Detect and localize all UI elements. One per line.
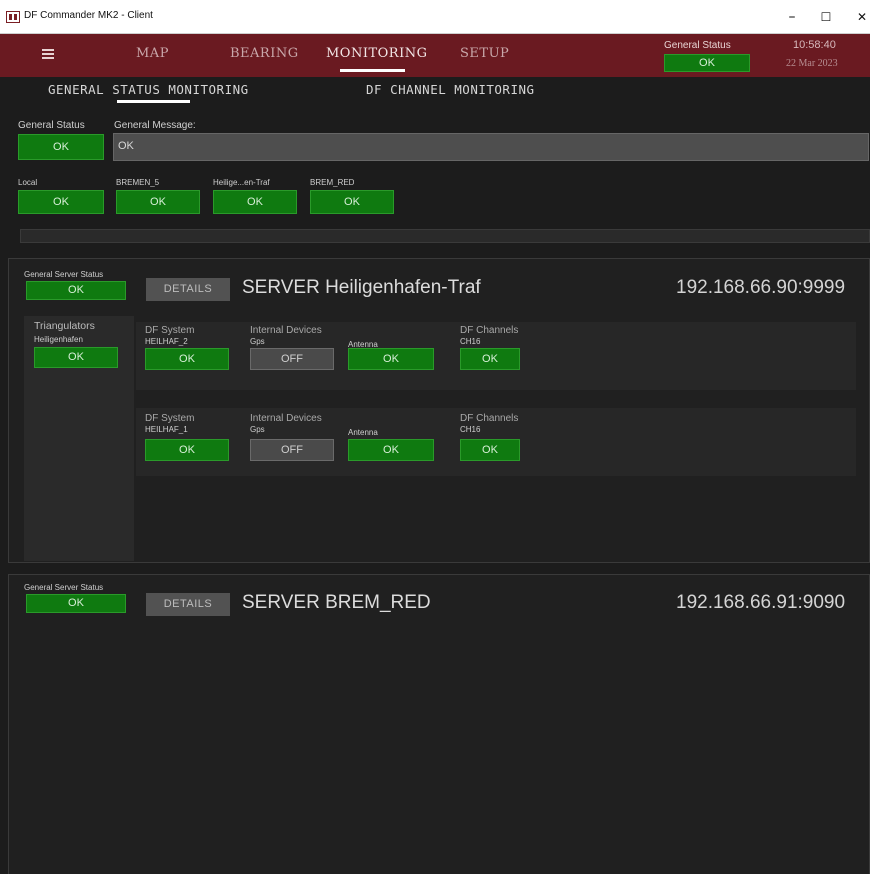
- general-message-field: OK: [113, 133, 869, 161]
- server-details-button[interactable]: DETAILS: [146, 593, 230, 616]
- station-label-heiligenhafen: Heilige...en-Traf: [213, 178, 270, 187]
- app-icon: [6, 11, 20, 23]
- internal-devices-label: Internal Devices: [250, 413, 322, 424]
- server-status-badge: OK: [26, 594, 126, 613]
- df-system-name: HEILHAF_1: [145, 425, 188, 434]
- internal-devices-label: Internal Devices: [250, 325, 322, 336]
- df-channel-status: OK: [460, 348, 520, 370]
- nav-setup[interactable]: SETUP: [460, 46, 509, 61]
- station-status-local: OK: [18, 190, 104, 214]
- server-status-label: General Server Status: [24, 583, 104, 592]
- station-status-brem-red: OK: [310, 190, 394, 214]
- server-status-badge: OK: [26, 281, 126, 300]
- df-system-status: OK: [145, 439, 229, 461]
- antenna-label: Antenna: [348, 428, 378, 437]
- nav-monitoring[interactable]: MONITORING: [326, 46, 428, 61]
- df-system-label: DF System: [145, 325, 195, 336]
- maximize-button[interactable]: ☐: [806, 4, 846, 30]
- df-channels-label: DF Channels: [460, 325, 519, 336]
- tab-df-channel-monitoring[interactable]: DF CHANNEL MONITORING: [366, 82, 535, 97]
- df-channels-label: DF Channels: [460, 413, 519, 424]
- station-label-brem-red: BREM_RED: [310, 178, 355, 187]
- general-status-badge: OK: [18, 134, 104, 160]
- server-address: 192.168.66.90:9999: [676, 277, 846, 298]
- antenna-status: OK: [348, 348, 434, 370]
- hamburger-menu-icon[interactable]: [42, 49, 54, 59]
- window-title: DF Commander MK2 - Client: [24, 10, 153, 21]
- station-label-local: Local: [18, 178, 38, 187]
- df-channel-name: CH16: [460, 337, 481, 346]
- gps-status: OFF: [250, 348, 334, 370]
- close-button[interactable]: ✕: [842, 4, 870, 30]
- server-status-label: General Server Status: [24, 270, 104, 279]
- nav-bearing[interactable]: BEARING: [230, 46, 299, 61]
- general-message-label: General Message:: [114, 120, 196, 131]
- station-label-bremen5: BREMEN_5: [116, 178, 160, 187]
- server-panel: [8, 574, 870, 874]
- clock-date: 22 Mar 2023: [786, 58, 838, 69]
- nav-general-status-label: General Status: [664, 40, 731, 51]
- triangulator-name: Heiligenhafen: [34, 335, 83, 344]
- station-status-bremen5: OK: [116, 190, 200, 214]
- triangulator-status: OK: [34, 347, 118, 368]
- gps-label: Gps: [250, 337, 265, 346]
- gps-status: OFF: [250, 439, 334, 461]
- nav-active-indicator: [340, 69, 405, 72]
- server-address: 192.168.66.91:9090: [676, 592, 846, 613]
- tab-general-status-monitoring[interactable]: GENERAL STATUS MONITORING: [48, 82, 249, 97]
- df-system-name: HEILHAF_2: [145, 337, 188, 346]
- df-channel-status: OK: [460, 439, 520, 461]
- gps-label: Gps: [250, 425, 265, 434]
- nav-general-status-badge: OK: [664, 54, 750, 72]
- triangulators-label: Triangulators: [34, 320, 95, 332]
- server-details-button[interactable]: DETAILS: [146, 278, 230, 301]
- subtab-active-indicator: [117, 100, 190, 103]
- main-nav: MAP BEARING MONITORING SETUP General Sta…: [0, 34, 870, 77]
- df-system-status: OK: [145, 348, 229, 370]
- nav-map[interactable]: MAP: [136, 46, 169, 61]
- df-channel-name: CH16: [460, 425, 481, 434]
- server-name: SERVER Heiligenhafen-Traf: [242, 277, 481, 298]
- server-name: SERVER BREM_RED: [242, 592, 431, 613]
- separator-strip: [20, 229, 870, 243]
- general-status-label: General Status: [18, 120, 85, 131]
- antenna-status: OK: [348, 439, 434, 461]
- station-status-heiligenhafen: OK: [213, 190, 297, 214]
- df-system-label: DF System: [145, 413, 195, 424]
- clock-time: 10:58:40: [793, 39, 836, 51]
- window-titlebar: DF Commander MK2 - Client – ☐ ✕: [0, 0, 870, 34]
